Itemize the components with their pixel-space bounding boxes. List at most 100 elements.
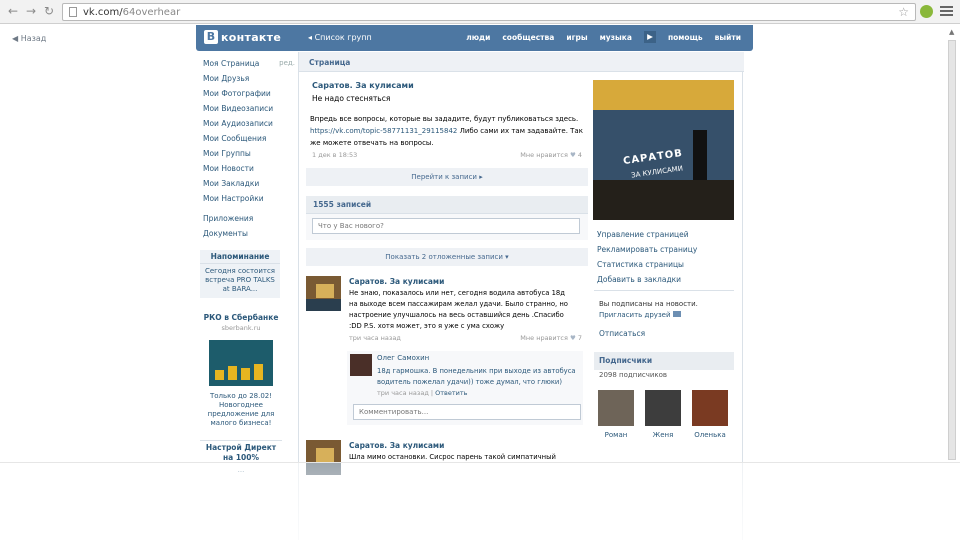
topic-link[interactable]: https://vk.com/topic-58771131_29115842	[310, 127, 457, 135]
post-meta: три часа назад Мне нравится ♥ 7	[349, 334, 582, 342]
gift-box-shape	[241, 368, 250, 380]
menu-audio[interactable]: Мои Аудиозаписи	[203, 116, 293, 131]
cover-statue	[693, 130, 707, 180]
subscribers-header[interactable]: Подписчики	[594, 352, 734, 370]
subscriber-avatar[interactable]	[692, 390, 728, 426]
group-cover-image[interactable]: САРАТОВ ЗА КУЛИСАМИ	[593, 80, 734, 220]
post-text: Не знаю, показалось или нет, сегодня вод…	[349, 289, 568, 330]
wall-header: 1555 записей	[306, 196, 588, 214]
ad-text-2: Новогоднее	[219, 401, 263, 409]
menu-messages[interactable]: Мои Сообщения	[203, 131, 293, 146]
page-icon	[69, 7, 77, 17]
menu-groups[interactable]: Мои Группы	[203, 146, 293, 161]
subscriber-avatar[interactable]	[645, 390, 681, 426]
nav-help[interactable]: помощь	[668, 33, 703, 43]
left-menu: Моя Страница ред. Мои Друзья Мои Фотограф…	[203, 56, 295, 241]
menu-bookmarks[interactable]: Мои Закладки	[203, 176, 293, 191]
reminder-title: Напоминание	[200, 252, 280, 264]
subscriber-name[interactable]: Оленька	[688, 431, 732, 439]
extension-icon[interactable]	[920, 5, 933, 18]
advertise-page-link[interactable]: Рекламировать страницу	[597, 242, 737, 257]
play-icon[interactable]: ▶	[643, 31, 656, 43]
pinned-post-text: Впредь все вопросы, которые вы зададите,…	[310, 115, 583, 147]
ad-title: РКО в Сбербанке	[203, 313, 279, 322]
chat-icon	[672, 311, 681, 317]
goto-post-button[interactable]: Перейти к записи ▸	[306, 168, 588, 186]
group-status: Не надо стесняться	[312, 94, 391, 103]
heart-icon: ♥	[569, 151, 576, 159]
group-name: Саратов. За кулисами	[312, 81, 414, 90]
menu-documents[interactable]: Документы	[203, 226, 293, 241]
ad2-title: Настрой Директ на 100%	[205, 443, 277, 462]
unsubscribe-link[interactable]: Отписаться	[599, 329, 734, 338]
menu-friends[interactable]: Мои Друзья	[203, 71, 293, 86]
groups-list-link[interactable]: ◂ Список групп	[308, 33, 372, 42]
menu-news[interactable]: Мои Новости	[203, 161, 293, 176]
ad-text-1: Только до 28.02!	[209, 392, 273, 400]
vk-logo[interactable]: В контакте	[204, 30, 281, 44]
subscriber-name[interactable]: Роман	[594, 431, 638, 439]
subscriber-name[interactable]: Женя	[641, 431, 685, 439]
post-author[interactable]: Саратов. За кулисами	[349, 277, 444, 286]
post-time[interactable]: три часа назад	[349, 334, 401, 342]
post-avatar[interactable]	[306, 276, 341, 311]
subscribers-count[interactable]: 2098 подписчиков	[599, 371, 667, 379]
subscribed-text: Вы подписаны на новости.	[599, 300, 698, 308]
subscription-box: Вы подписаны на новости. Пригласить друз…	[594, 290, 734, 338]
top-nav: люди сообщества игры музыка ▶ помощь вый…	[466, 31, 741, 43]
invite-friends-link[interactable]: Пригласить друзей	[599, 311, 734, 319]
show-postponed-button[interactable]: Показать 2 отложенные записи ▾	[306, 248, 588, 266]
nav-communities[interactable]: сообщества	[502, 33, 554, 43]
edit-link[interactable]: ред.	[279, 56, 295, 71]
wall-count[interactable]: 1555 записей	[313, 200, 371, 209]
browser-menu-icon[interactable]	[940, 6, 953, 17]
menu-my-page[interactable]: Моя Страница ред.	[203, 56, 295, 71]
page-stats-link[interactable]: Статистика страницы	[597, 257, 737, 272]
scrollbar-thumb[interactable]	[948, 40, 956, 460]
back-arrow-icon[interactable]: ←	[4, 4, 22, 18]
comment-author[interactable]: Олег Самохин	[377, 354, 429, 362]
compose-input[interactable]: Что у Вас нового?	[312, 218, 580, 234]
nav-music[interactable]: музыка	[600, 33, 632, 43]
like-button[interactable]: Мне нравится ♥ 4	[520, 151, 582, 159]
back-link[interactable]: ◀ Назад	[12, 34, 46, 43]
reminder-box[interactable]: Напоминание Сегодня состоится встреча PR…	[200, 250, 280, 298]
reply-link[interactable]: Ответить	[435, 389, 467, 397]
ad-text-3: предложение для	[207, 410, 275, 418]
browser-toolbar: ← → ↻ vk.com/64overhear ☆	[0, 0, 960, 24]
ad-image[interactable]	[209, 340, 273, 386]
bookmark-star-icon[interactable]: ☆	[898, 5, 909, 19]
address-bar[interactable]: vk.com/64overhear ☆	[62, 3, 916, 21]
logo-letter: В	[204, 30, 218, 44]
comment-input[interactable]: Комментировать...	[353, 404, 581, 420]
like-button[interactable]: Мне нравится ♥ 7	[520, 334, 582, 342]
nav-people[interactable]: люди	[466, 33, 490, 43]
add-bookmark-link[interactable]: Добавить в закладки	[597, 272, 737, 287]
breadcrumb: Страница	[299, 52, 744, 72]
breadcrumb-label: Страница	[309, 58, 351, 67]
heart-icon: ♥	[569, 334, 576, 342]
scroll-up-icon[interactable]: ▲	[949, 28, 954, 36]
nav-logout[interactable]: выйти	[715, 33, 741, 43]
nav-games[interactable]: игры	[566, 33, 587, 43]
comments-area: Олег Самохин 18д гармошка. В понедельник…	[347, 351, 583, 425]
compose-area: Что у Вас нового?	[306, 214, 588, 240]
comment-avatar[interactable]	[350, 354, 372, 376]
reload-icon[interactable]: ↻	[40, 4, 58, 18]
subscriber-avatar[interactable]	[598, 390, 634, 426]
cover-city	[593, 180, 734, 220]
post-author[interactable]: Саратов. За кулисами	[349, 441, 444, 450]
vk-header: В контакте ◂ Список групп люди сообществ…	[196, 25, 753, 51]
reminder-text-2: встреча PRO TALKS	[205, 276, 275, 284]
forward-arrow-icon[interactable]: →	[22, 4, 40, 18]
pinned-post-time[interactable]: 1 дек в 18:53	[312, 151, 357, 159]
menu-photos[interactable]: Мои Фотографии	[203, 86, 293, 101]
manage-page-link[interactable]: Управление страницей	[597, 227, 737, 242]
gift-box-shape	[215, 370, 224, 380]
menu-settings[interactable]: Мои Настройки	[203, 191, 293, 206]
ad-block[interactable]: РКО в Сбербанке sberbank.ru Только до 28…	[200, 313, 282, 428]
page-root: ← → ↻ vk.com/64overhear ☆ ◀ Назад В конт…	[0, 0, 960, 540]
subscribers-title: Подписчики	[599, 356, 653, 365]
menu-videos[interactable]: Мои Видеозаписи	[203, 101, 293, 116]
menu-apps[interactable]: Приложения	[203, 211, 293, 226]
